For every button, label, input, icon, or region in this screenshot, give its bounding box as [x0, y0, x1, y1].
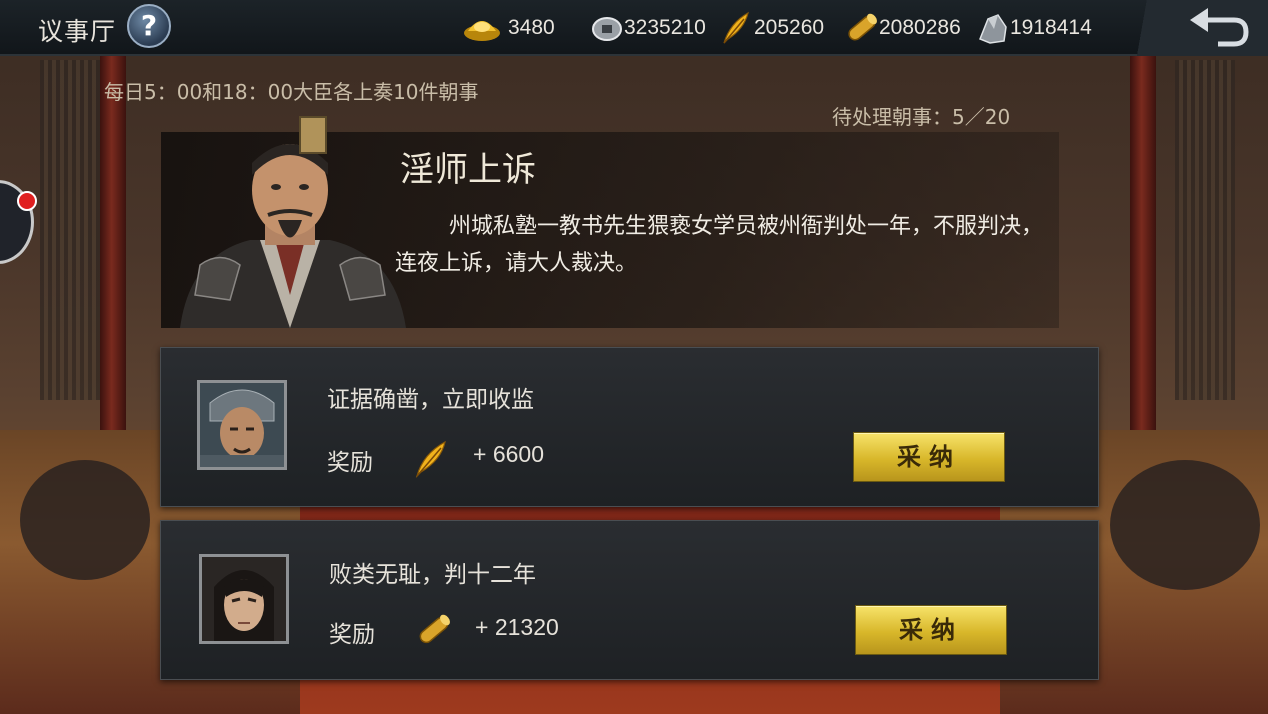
minister-portrait [180, 116, 406, 328]
reward-label: 奖励 [327, 450, 373, 476]
crowd-silhouette [1110, 460, 1260, 590]
top-bar: 议事厅 ? 3480 3235210 205260 2080286 191841… [0, 0, 1268, 56]
back-button[interactable] [1118, 0, 1268, 56]
feather-icon [723, 11, 749, 44]
page-title: 议事厅 [38, 17, 117, 46]
advisor-portrait [199, 554, 289, 644]
reward-amount: + 21320 [475, 614, 559, 640]
bamboo-scroll-icon [419, 614, 450, 644]
ore-icon [979, 14, 1007, 44]
adopt-button[interactable]: 采纳 [855, 605, 1007, 655]
option-text: 败类无耻，判十二年 [329, 562, 536, 588]
resource-value: 3480 [508, 16, 555, 39]
reward-label: 奖励 [329, 622, 375, 648]
notification-dot [17, 191, 37, 211]
bamboo-scroll-icon [848, 13, 877, 41]
reward-amount: + 6600 [473, 441, 544, 467]
resource-value: 1918414 [1010, 16, 1092, 39]
case-description: 州城私塾一教书先生猥亵女学员被州衙判处一年，不服判决，连夜上诉，请大人裁决。 [395, 214, 1044, 276]
lattice-screen [1175, 60, 1235, 400]
option-text: 证据确凿，立即收监 [327, 387, 534, 413]
pillar [1130, 55, 1156, 435]
resource-feather: 205260 [720, 10, 824, 46]
crowd-silhouette [20, 460, 150, 580]
advisor-portrait [197, 380, 287, 470]
return-arrow-icon [1190, 8, 1249, 47]
scholar-avatar [202, 557, 286, 641]
help-button[interactable]: ? [127, 4, 171, 48]
case-title: 淫师上诉 [400, 150, 536, 190]
feather-icon [415, 440, 446, 478]
option-card: 败类无耻，判十二年 奖励 + 21320 采纳 [160, 520, 1099, 680]
resource-value: 2080286 [879, 16, 961, 39]
option-card: 证据确凿，立即收监 奖励 + 6600 采纳 [160, 347, 1099, 507]
gold-ingot-icon [464, 21, 500, 41]
pillar [100, 55, 126, 435]
adopt-button[interactable]: 采纳 [853, 432, 1005, 482]
resource-value: 3235210 [624, 16, 706, 39]
silver-coin-icon [592, 17, 622, 41]
resource-silver: 3235210 [590, 10, 706, 46]
resource-value: 205260 [754, 16, 825, 39]
daily-notice: 每日5：00和18：00大臣各上奏10件朝事 [104, 80, 479, 104]
warrior-avatar [200, 383, 284, 467]
resource-ore: 1918414 [976, 10, 1092, 46]
pending-count: 待处理朝事：5／20 [832, 105, 1011, 129]
lattice-screen [40, 60, 100, 400]
resource-bamboo: 2080286 [845, 10, 961, 46]
resource-gold: 3480 [462, 10, 555, 46]
